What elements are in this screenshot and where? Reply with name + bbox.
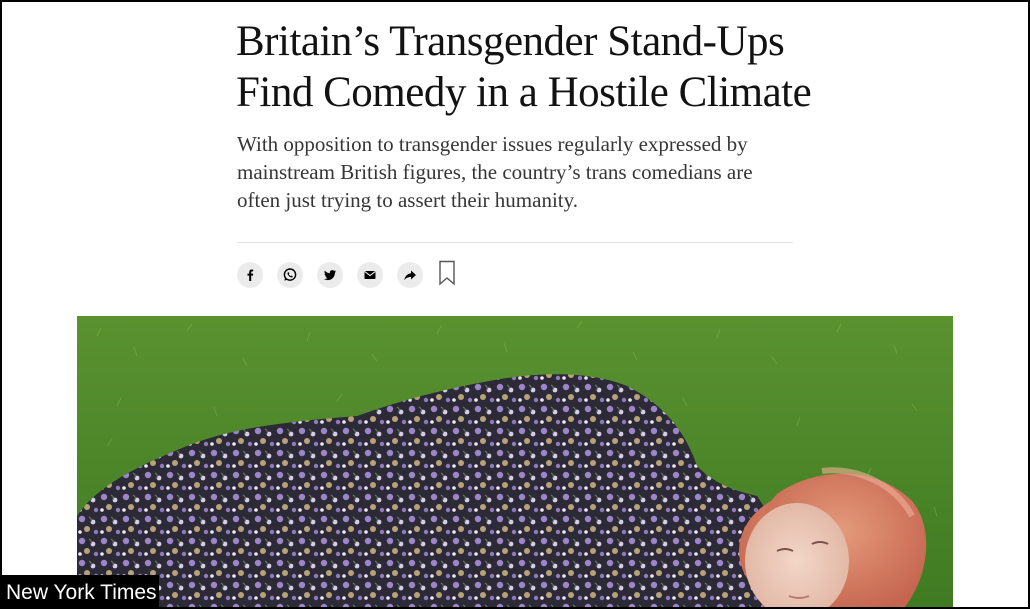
facebook-icon bbox=[243, 268, 257, 282]
save-bookmark-button[interactable] bbox=[438, 260, 456, 290]
source-label: New York Times bbox=[2, 575, 159, 607]
headline-line-2: Find Comedy in a Hostile Climate bbox=[236, 69, 812, 116]
facebook-share-button[interactable] bbox=[237, 262, 263, 288]
email-share-button[interactable] bbox=[357, 262, 383, 288]
headline-line-1: Britain’s Transgender Stand-Ups bbox=[236, 18, 785, 65]
email-icon bbox=[363, 268, 377, 282]
share-toolbar bbox=[237, 260, 456, 290]
whatsapp-share-button[interactable] bbox=[277, 262, 303, 288]
more-share-button[interactable] bbox=[397, 262, 423, 288]
bookmark-icon bbox=[438, 260, 456, 290]
share-arrow-icon bbox=[403, 268, 417, 282]
whatsapp-icon bbox=[282, 267, 298, 283]
twitter-share-button[interactable] bbox=[317, 262, 343, 288]
twitter-icon bbox=[323, 268, 337, 282]
article-summary: With opposition to transgender issues re… bbox=[237, 132, 753, 212]
hero-photo bbox=[77, 316, 953, 607]
divider bbox=[237, 242, 793, 243]
article-headline: Britain’s Transgender Stand-Ups Find Com… bbox=[236, 16, 856, 118]
screenshot-frame: Britain’s Transgender Stand-Ups Find Com… bbox=[0, 0, 1030, 609]
